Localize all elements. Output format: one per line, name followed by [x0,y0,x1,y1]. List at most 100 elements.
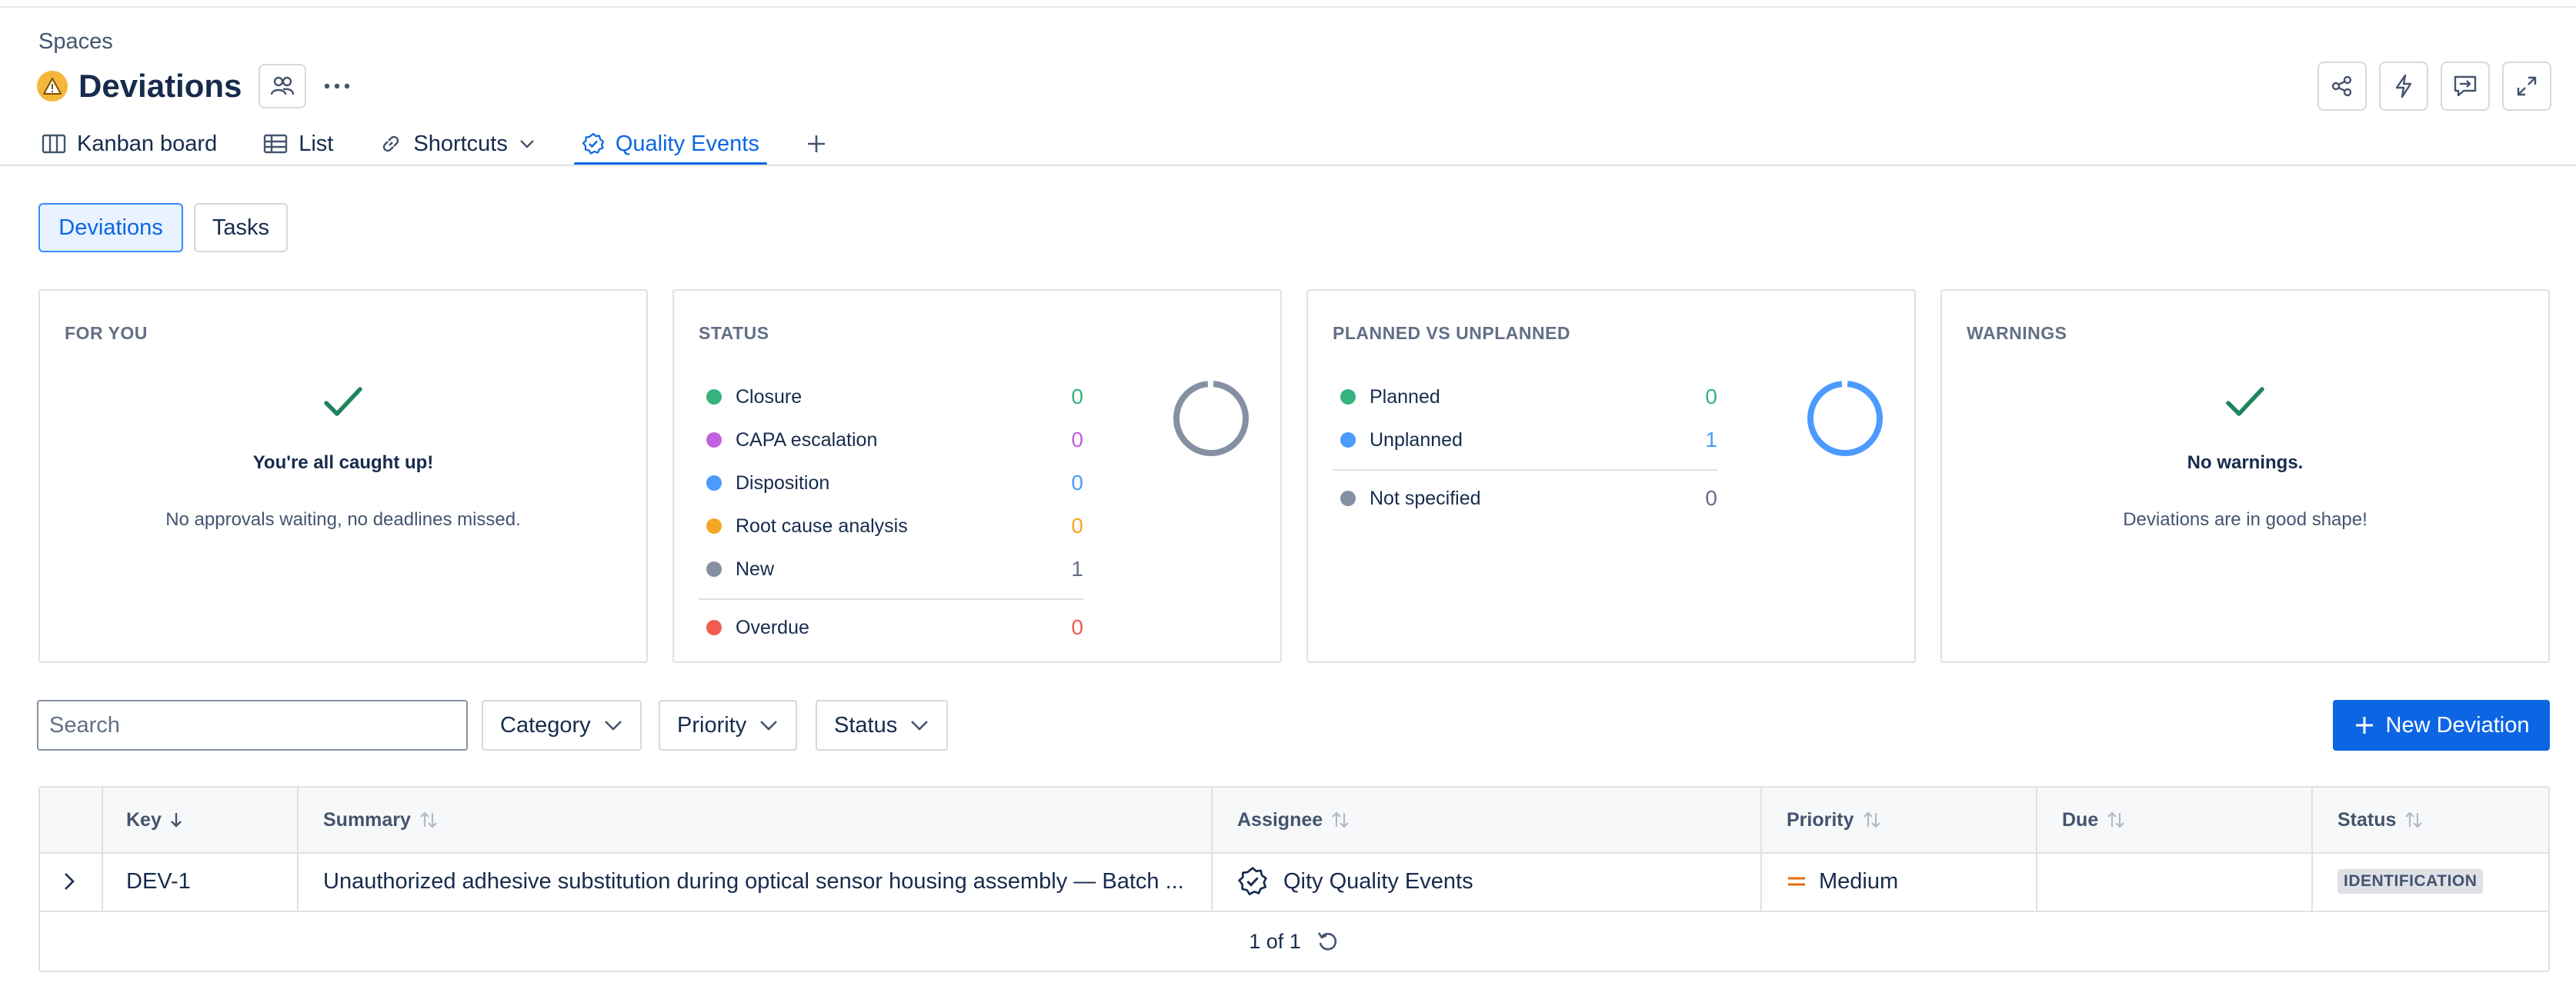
cell-assignee[interactable]: Qity Quality Events [1213,852,1760,911]
share-button[interactable] [2317,62,2367,111]
legend-divider [1333,469,1717,471]
category-filter[interactable]: Category [482,700,642,751]
priority-filter[interactable]: Priority [659,700,798,751]
add-tab-button[interactable] [801,123,843,165]
column-header-due[interactable]: Due [2037,788,2313,852]
list-icon [264,134,288,154]
cell-summary[interactable]: Unauthorized adhesive substitution durin… [299,852,1211,911]
no-warnings-message: Deviations are in good shape! [2123,509,2367,530]
lightning-icon [2395,74,2412,98]
filter-label: Status [834,712,898,738]
legend-label: Not specified [1370,487,1481,509]
badge-check-icon [1238,867,1267,895]
people-button[interactable] [259,64,307,108]
planned-item[interactable]: Planned 0 [1333,375,1717,418]
plus-icon [2355,717,2373,734]
legend-value: 0 [1705,385,1717,408]
column-label: Key [126,808,162,831]
caught-up-title: You're all caught up! [252,452,434,473]
automation-button[interactable] [2379,62,2428,111]
assignee-name: Qity Quality Events [1283,868,1473,894]
table-row[interactable]: DEV-1 Unauthorized adhesive substitution… [40,852,2548,912]
status-filter[interactable]: Status [816,700,949,751]
planned-vs-unplanned-card: PLANNED VS UNPLANNED Planned 0 Unplanned… [1306,289,1916,663]
status-card: STATUS Closure 0 CAPA escalation 0 Dispo… [672,289,1282,663]
legend-dot [706,518,722,534]
column-label: Status [2337,808,2397,831]
tab-kanban-board[interactable]: Kanban board [37,123,222,165]
column-header-status[interactable]: Status [2313,788,2548,852]
column-header-assignee[interactable]: Assignee [1213,788,1762,852]
legend-value: 1 [1705,428,1717,451]
breadcrumb[interactable]: Spaces [38,29,113,55]
tab-quality-events[interactable]: Quality Events [573,123,767,166]
tab-shortcuts[interactable]: Shortcuts [375,123,540,165]
page-indicator: 1 of 1 [1249,929,1301,953]
board-icon [42,134,66,154]
cell-priority[interactable]: Medium [1762,852,2036,911]
priority-medium-icon [1788,877,1805,886]
column-header-priority[interactable]: Priority [1762,788,2037,852]
sort-icon [2405,811,2423,828]
cell-key[interactable]: DEV-1 [102,852,299,911]
cell-status[interactable]: IDENTIFICATION [2313,852,2548,911]
chevron-down-icon [911,721,929,731]
planned-legend: Planned 0 Unplanned 1 Not specified 0 [1333,375,1717,520]
feedback-button[interactable] [2441,62,2490,111]
planned-donut-chart [1807,381,1883,456]
column-label: Summary [323,808,411,831]
chevron-right-icon [65,873,75,890]
plus-icon [807,135,825,152]
legend-label: Planned [1370,385,1440,408]
column-header-summary[interactable]: Summary [299,788,1213,852]
sort-icon [1332,811,1349,828]
sort-icon [1863,811,1880,828]
fullscreen-button[interactable] [2502,62,2551,111]
legend-value: 0 [1071,428,1083,451]
badge-check-icon [582,132,604,155]
expand-icon [2517,76,2537,96]
legend-dot [706,620,722,635]
new-deviation-button[interactable]: New Deviation [2333,700,2550,751]
status-disposition[interactable]: Disposition 0 [699,461,1083,505]
legend-label: CAPA escalation [736,428,878,451]
legend-value: 0 [1705,486,1717,510]
refresh-icon[interactable] [1316,930,1340,953]
tab-label: Quality Events [615,131,759,156]
legend-value: 0 [1071,615,1083,639]
pagination: 1 of 1 [40,911,2548,971]
unplanned-item[interactable]: Unplanned 1 [1333,418,1717,461]
status-donut-chart [1173,381,1249,456]
status-badge: IDENTIFICATION [2337,869,2484,894]
page-header: Deviations [37,63,352,109]
status-new[interactable]: New 1 [699,548,1083,591]
legend-label: Disposition [736,471,830,494]
people-icon [271,76,295,95]
sort-icon [420,811,437,828]
legend-dot [706,389,722,405]
sort-descending-icon [171,813,182,828]
tab-label: Kanban board [77,131,218,156]
warning-icon [37,71,68,102]
tab-list[interactable]: List [259,123,338,165]
column-header-key[interactable]: Key [102,788,299,852]
legend-value: 0 [1071,385,1083,408]
status-overdue[interactable]: Overdue 0 [699,606,1083,649]
check-icon [324,387,362,416]
no-warnings-title: No warnings. [2187,452,2304,473]
status-closure[interactable]: Closure 0 [699,375,1083,418]
legend-dot [706,475,722,491]
expand-row-button[interactable] [40,852,102,911]
status-capa-escalation[interactable]: CAPA escalation 0 [699,418,1083,461]
search-input[interactable] [37,700,468,751]
comment-icon [2454,75,2477,97]
more-actions-button[interactable] [322,71,352,102]
column-label: Assignee [1237,808,1323,831]
not-specified-item[interactable]: Not specified 0 [1333,477,1717,520]
status-root-cause-analysis[interactable]: Root cause analysis 0 [699,505,1083,548]
legend-value: 0 [1071,514,1083,538]
segment-tasks[interactable]: Tasks [194,203,288,252]
page-title: Deviations [78,68,242,104]
cell-due[interactable] [2037,852,2311,911]
segment-deviations[interactable]: Deviations [38,203,183,252]
